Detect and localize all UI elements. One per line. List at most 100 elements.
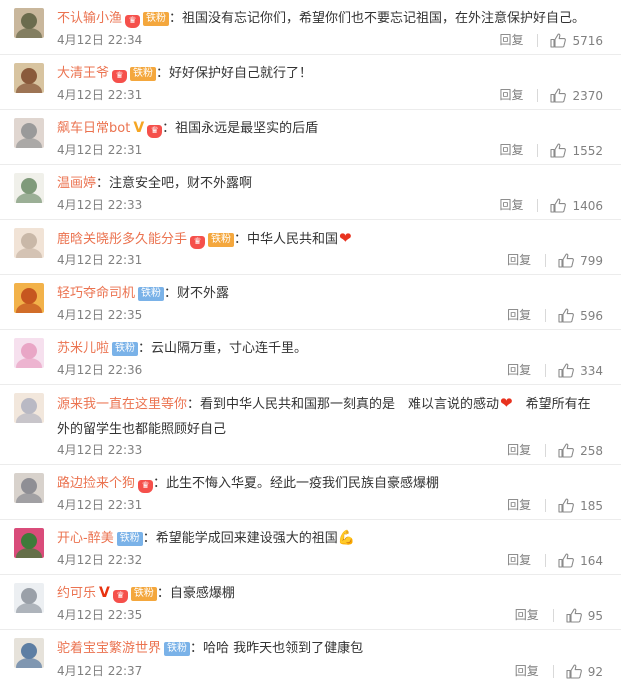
fan-badge[interactable]: 铁粉 (138, 287, 165, 301)
like-button[interactable]: 799 (558, 253, 603, 268)
like-button[interactable]: 258 (558, 443, 603, 458)
thumbs-up-icon (558, 498, 574, 513)
vip-crown-icon: ♛ (112, 590, 128, 603)
like-button[interactable]: 1406 (550, 198, 603, 213)
username-link[interactable]: 鹿晗关晓彤多久能分手 (57, 232, 187, 247)
comment-item: 不认输小渔 ♛ 铁粉 ：祖国没有忘记你们，希望你们也不要忘记祖国，在外注意保护好自己。… (0, 0, 621, 55)
like-button[interactable]: 1552 (550, 143, 603, 158)
comment-actions: 回复 2370 (499, 88, 603, 103)
reply-button[interactable]: 回复 (515, 665, 554, 678)
comment-item: 飙车日常bot V ♛ ：祖国永远是最坚实的后盾 4月12日 22:31 回复 1552 (0, 110, 621, 165)
fan-badge[interactable]: 铁粉 (130, 67, 157, 81)
like-button[interactable]: 5716 (550, 33, 603, 48)
comment-timestamp: 4月12日 22:37 (57, 664, 143, 678)
avatar[interactable] (14, 473, 44, 503)
reply-button[interactable]: 回复 (499, 144, 539, 157)
fan-badge[interactable]: 铁粉 (116, 532, 143, 546)
comment-actions: 回复 596 (507, 308, 603, 323)
avatar[interactable] (14, 173, 44, 203)
fan-badge[interactable]: 铁粉 (143, 12, 170, 26)
comment-body: 不认输小渔 ♛ 铁粉 ：祖国没有忘记你们，希望你们也不要忘记祖国，在外注意保护好自己。 (57, 8, 603, 29)
comment-item: 源来我一直在这里等你：看到中华人民共和国那一刻真的是 难以言说的感动❤ 希望所有… (0, 385, 621, 465)
thumbs-up-icon (566, 664, 582, 679)
like-count: 334 (580, 363, 603, 378)
reply-button[interactable]: 回复 (507, 364, 547, 377)
reply-button[interactable]: 回复 (507, 554, 547, 567)
fan-badge[interactable]: 铁粉 (164, 642, 191, 656)
comment-timestamp: 4月12日 22:31 (57, 143, 143, 157)
like-count: 95 (587, 608, 603, 623)
like-button[interactable]: 92 (566, 664, 603, 679)
thumbs-up-icon (558, 553, 574, 568)
comment-item: 驼着宝宝繁游世界 铁粉 ：哈哈 我昨天也领到了健康包 4月12日 22:37 回复 92 (0, 630, 621, 685)
like-button[interactable]: 596 (558, 308, 603, 323)
avatar[interactable] (14, 393, 44, 423)
reply-button[interactable]: 回复 (507, 254, 547, 267)
avatar[interactable] (14, 583, 44, 613)
avatar[interactable] (14, 228, 44, 258)
reply-button[interactable]: 回复 (499, 34, 539, 47)
heart-emoji-icon: ❤ (339, 229, 352, 247)
comment-timestamp: 4月12日 22:35 (57, 608, 143, 622)
like-button[interactable]: 164 (558, 553, 603, 568)
username-link[interactable]: 温画婷 (57, 176, 96, 191)
comment-actions: 回复 164 (507, 553, 603, 568)
like-count: 92 (587, 664, 603, 679)
reply-button[interactable]: 回复 (499, 89, 539, 102)
comment-actions: 回复 334 (507, 363, 603, 378)
comment-body: 轻巧夺命司机 铁粉 ：财不外露 (57, 283, 603, 304)
fan-badge[interactable]: 铁粉 (130, 587, 157, 601)
like-button[interactable]: 2370 (550, 88, 603, 103)
username-link[interactable]: 约可乐 (57, 586, 96, 601)
comment-body: 开心-醉美 铁粉 ：希望能学成回来建设强大的祖国💪 (57, 528, 603, 549)
comment-item: 苏米儿啦 铁粉 ：云山隔万重，寸心连千里。 4月12日 22:36 回复 334 (0, 330, 621, 385)
reply-button[interactable]: 回复 (507, 444, 547, 457)
avatar[interactable] (14, 638, 44, 668)
comment-item: 鹿晗关晓彤多久能分手 ♛ 铁粉 ：中华人民共和国❤ 4月12日 22:31 回复 799 (0, 220, 621, 275)
verified-v-icon: V (99, 585, 110, 601)
comment-text: ：希望能学成回来建设强大的祖国 (142, 531, 338, 546)
comment-item: 大清王爷 ♛ 铁粉 ：好好保护好自己就行了！ 4月12日 22:31 回复 2370 (0, 55, 621, 110)
comment-actions: 回复 185 (507, 498, 603, 513)
username-link[interactable]: 飙车日常bot (57, 121, 130, 136)
comment-text: ：看到中华人民共和国那一刻真的是 难以言说的感动 (187, 397, 500, 412)
username-link[interactable]: 路边捡来个狗 (57, 476, 135, 491)
username-link[interactable]: 开心-醉美 (57, 531, 114, 546)
avatar[interactable] (14, 283, 44, 313)
avatar[interactable] (14, 528, 44, 558)
avatar[interactable] (14, 118, 44, 148)
username-link[interactable]: 轻巧夺命司机 (57, 286, 135, 301)
comment-body: 驼着宝宝繁游世界 铁粉 ：哈哈 我昨天也领到了健康包 (57, 638, 603, 659)
like-count: 185 (580, 498, 603, 513)
reply-button[interactable]: 回复 (507, 309, 547, 322)
reply-button[interactable]: 回复 (515, 609, 554, 622)
thumbs-up-icon (566, 608, 582, 623)
comment-actions: 回复 5716 (499, 33, 603, 48)
comment-actions: 回复 95 (515, 608, 603, 623)
avatar[interactable] (14, 8, 44, 38)
avatar[interactable] (14, 338, 44, 368)
username-link[interactable]: 苏米儿啦 (57, 341, 109, 356)
reply-button[interactable]: 回复 (499, 199, 539, 212)
username-link[interactable]: 不认输小渔 (57, 11, 122, 26)
fan-badge[interactable]: 铁粉 (208, 233, 235, 247)
comment-timestamp: 4月12日 22:36 (57, 363, 143, 377)
comment-item: 轻巧夺命司机 铁粉 ：财不外露 4月12日 22:35 回复 596 (0, 275, 621, 330)
like-button[interactable]: 95 (566, 608, 603, 623)
username-link[interactable]: 大清王爷 (57, 66, 109, 81)
comment-item: 约可乐 V ♛ 铁粉 ：自豪感爆棚 4月12日 22:35 回复 95 (0, 575, 621, 630)
thumbs-up-icon (550, 88, 567, 103)
username-link[interactable]: 源来我一直在这里等你 (57, 397, 187, 412)
thumbs-up-icon (550, 143, 567, 158)
like-button[interactable]: 185 (558, 498, 603, 513)
reply-button[interactable]: 回复 (507, 499, 547, 512)
vip-crown-icon: ♛ (138, 480, 154, 493)
avatar[interactable] (14, 63, 44, 93)
fan-badge[interactable]: 铁粉 (112, 342, 139, 356)
like-button[interactable]: 334 (558, 363, 603, 378)
comment-item: 开心-醉美 铁粉 ：希望能学成回来建设强大的祖国💪 4月12日 22:32 回复 164 (0, 520, 621, 575)
comment-body: 大清王爷 ♛ 铁粉 ：好好保护好自己就行了！ (57, 63, 603, 84)
comment-timestamp: 4月12日 22:34 (57, 33, 143, 47)
comment-text: ：好好保护好自己就行了！ (156, 66, 313, 81)
username-link[interactable]: 驼着宝宝繁游世界 (57, 641, 161, 656)
